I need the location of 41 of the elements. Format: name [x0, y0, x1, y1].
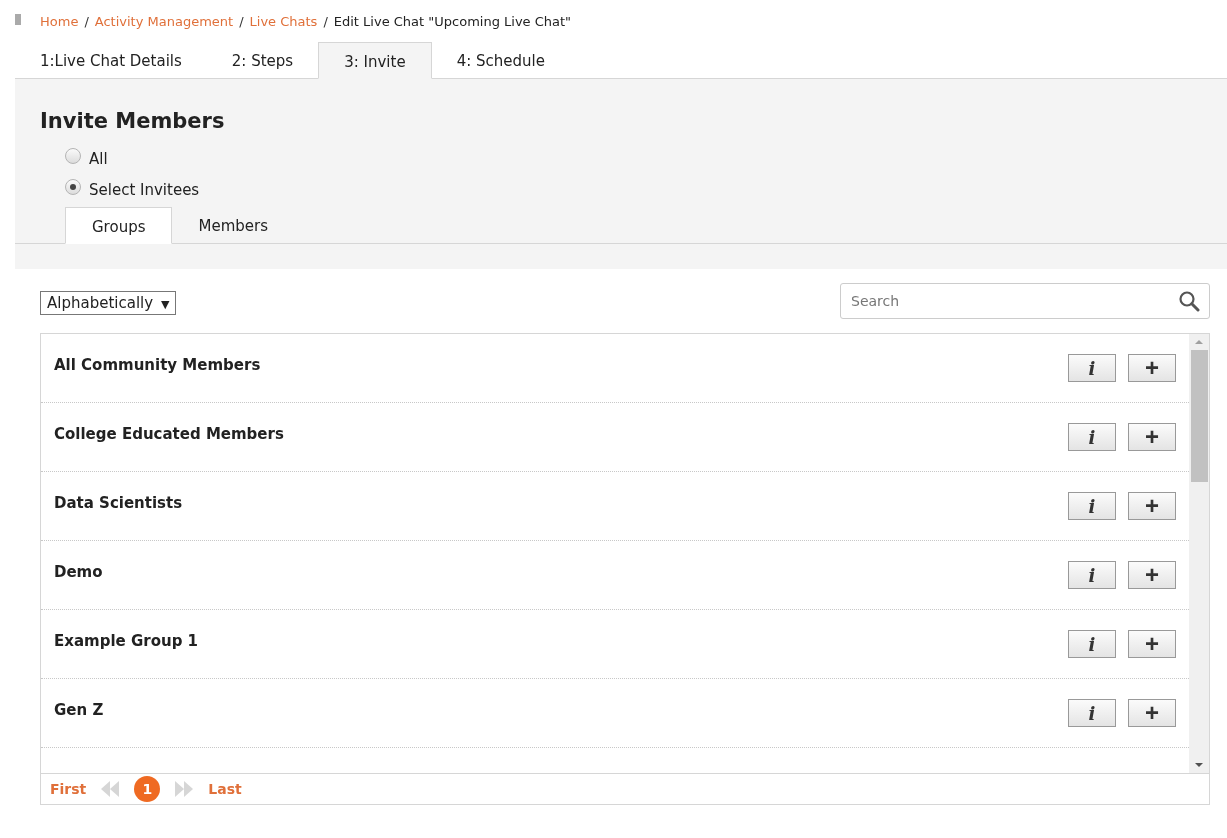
- add-button[interactable]: +: [1128, 354, 1176, 382]
- section-title: Invite Members: [40, 109, 226, 133]
- step-tab[interactable]: 2: Steps: [206, 43, 319, 79]
- search-field[interactable]: Search: [840, 283, 1210, 319]
- info-button[interactable]: i: [1068, 492, 1116, 520]
- sort-dropdown[interactable]: Alphabetically ▼: [40, 291, 177, 315]
- group-name: All Community Members: [54, 356, 262, 374]
- breadcrumb-separator: /: [84, 13, 89, 29]
- radio-button[interactable]: [65, 178, 81, 195]
- group-name: Gen Z: [54, 701, 105, 719]
- group-name: College Educated Members: [54, 425, 285, 443]
- handle-icon[interactable]: [15, 13, 21, 25]
- scroll-thumb[interactable]: [1190, 350, 1208, 482]
- group-name: Example Group 1: [54, 632, 200, 650]
- step-tab[interactable]: 4: Schedule: [431, 43, 570, 79]
- sub-tab[interactable]: Members: [172, 207, 294, 243]
- breadcrumb-current: Edit Live Chat "Upcoming Live Chat": [333, 13, 572, 29]
- add-button[interactable]: +: [1128, 561, 1176, 589]
- radio-button[interactable]: [65, 147, 81, 164]
- add-button[interactable]: +: [1128, 492, 1176, 520]
- scrollbar[interactable]: [1189, 334, 1209, 773]
- step-tab[interactable]: 3: Invite: [318, 42, 432, 79]
- add-button[interactable]: +: [1128, 630, 1176, 658]
- sub-tab[interactable]: Groups: [65, 207, 173, 244]
- group-name: Data Scientists: [54, 494, 184, 512]
- search-icon[interactable]: [1178, 290, 1200, 312]
- breadcrumb-separator: /: [239, 13, 244, 29]
- radio-label[interactable]: Select Invitees: [89, 180, 200, 199]
- info-button[interactable]: i: [1068, 561, 1116, 589]
- add-button[interactable]: +: [1128, 423, 1176, 451]
- step-tab[interactable]: 1:Live Chat Details: [15, 43, 207, 79]
- radio-label[interactable]: All: [89, 149, 108, 168]
- info-button[interactable]: i: [1068, 699, 1116, 727]
- scroll-down-icon[interactable]: [1194, 761, 1204, 769]
- add-button[interactable]: +: [1128, 699, 1176, 727]
- scroll-up-icon[interactable]: [1194, 338, 1204, 346]
- info-button[interactable]: i: [1068, 354, 1116, 382]
- group-name: Demo: [54, 563, 104, 581]
- breadcrumb-separator: /: [323, 13, 328, 29]
- info-button[interactable]: i: [1068, 630, 1116, 658]
- info-button[interactable]: i: [1068, 423, 1116, 451]
